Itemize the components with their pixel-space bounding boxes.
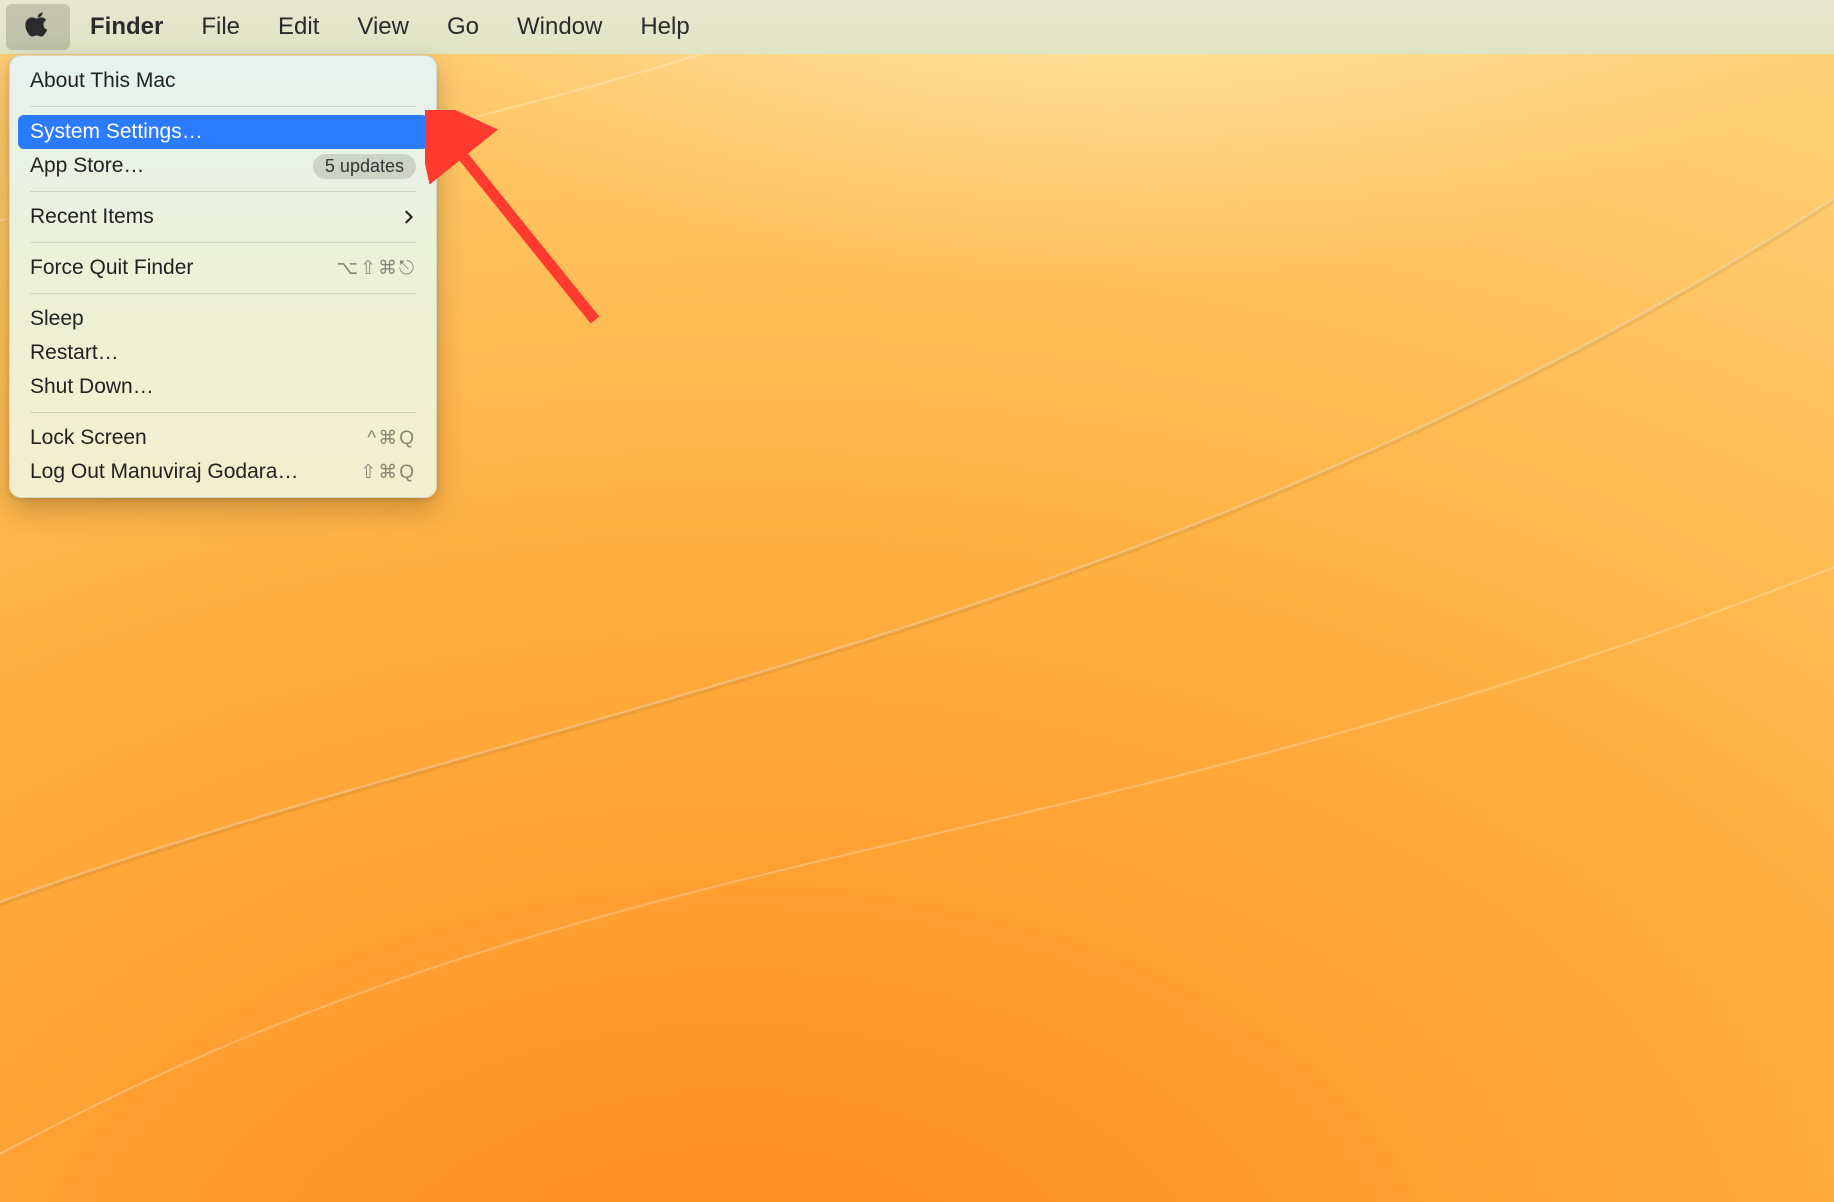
menu-view[interactable]: View <box>339 7 427 47</box>
annotation-arrow-icon <box>425 110 625 340</box>
menu-separator <box>30 412 416 413</box>
keyboard-shortcut: ⇧⌘Q <box>360 461 416 484</box>
menu-about-this-mac[interactable]: About This Mac <box>18 64 428 98</box>
menu-log-out[interactable]: Log Out Manuviraj Godara… ⇧⌘Q <box>18 455 428 489</box>
menu-item-label: Restart… <box>30 341 416 365</box>
keyboard-shortcut: ⌥⇧⌘⎋ <box>336 257 416 280</box>
apple-menu-button[interactable] <box>6 4 70 50</box>
menu-window[interactable]: Window <box>499 7 620 47</box>
keyboard-shortcut: ^⌘Q <box>367 427 416 450</box>
menu-shut-down[interactable]: Shut Down… <box>18 370 428 404</box>
menu-item-label: Force Quit Finder <box>30 256 336 280</box>
menu-item-label: System Settings… <box>30 120 416 144</box>
updates-badge: 5 updates <box>313 154 416 179</box>
menu-edit[interactable]: Edit <box>260 7 337 47</box>
apple-menu-dropdown: About This Mac System Settings… App Stor… <box>9 55 437 498</box>
menu-item-label: App Store… <box>30 154 313 178</box>
menu-separator <box>30 106 416 107</box>
menu-file[interactable]: File <box>183 7 258 47</box>
chevron-right-icon <box>402 210 416 224</box>
menu-item-label: About This Mac <box>30 69 416 93</box>
menu-bar: Finder File Edit View Go Window Help <box>0 0 1834 54</box>
menu-app-store[interactable]: App Store… 5 updates <box>18 149 428 183</box>
menu-help[interactable]: Help <box>622 7 707 47</box>
menu-item-label: Lock Screen <box>30 426 367 450</box>
menu-separator <box>30 242 416 243</box>
menu-item-label: Sleep <box>30 307 416 331</box>
menu-item-label: Recent Items <box>30 205 402 229</box>
menu-item-label: Shut Down… <box>30 375 416 399</box>
menu-force-quit[interactable]: Force Quit Finder ⌥⇧⌘⎋ <box>18 251 428 285</box>
menu-item-label: Log Out Manuviraj Godara… <box>30 460 360 484</box>
menu-sleep[interactable]: Sleep <box>18 302 428 336</box>
apple-logo-icon <box>24 10 52 38</box>
app-name[interactable]: Finder <box>72 7 181 47</box>
menu-separator <box>30 293 416 294</box>
menu-system-settings[interactable]: System Settings… <box>18 115 428 149</box>
menu-separator <box>30 191 416 192</box>
menu-restart[interactable]: Restart… <box>18 336 428 370</box>
menu-go[interactable]: Go <box>429 7 497 47</box>
menu-lock-screen[interactable]: Lock Screen ^⌘Q <box>18 421 428 455</box>
menu-recent-items[interactable]: Recent Items <box>18 200 428 234</box>
